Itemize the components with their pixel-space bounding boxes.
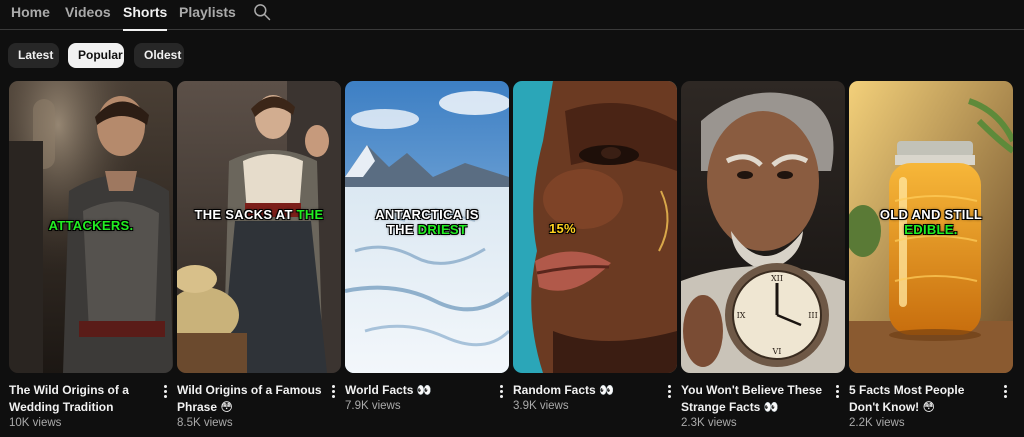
short-views: 2.2K views <box>849 417 905 429</box>
short-views: 10K views <box>9 417 62 429</box>
tab-shorts[interactable]: Shorts <box>123 4 168 31</box>
svg-text:IX: IX <box>737 311 746 320</box>
svg-text:VI: VI <box>772 347 782 356</box>
short-card: XII III VI IX You Won't Believe These St… <box>681 81 845 429</box>
search-icon[interactable] <box>252 2 272 22</box>
short-views: 8.5K views <box>177 417 233 429</box>
short-card: OLD AND STILL EDIBLE. 5 Facts Most Peopl… <box>849 81 1013 429</box>
short-views: 7.9K views <box>345 400 401 412</box>
more-vertical-icon[interactable] <box>1001 385 1009 399</box>
more-vertical-icon[interactable] <box>665 385 673 399</box>
face-closeup-thumbnail-image <box>513 81 677 373</box>
filter-popular-chip[interactable]: Popular <box>68 43 124 68</box>
short-views: 3.9K views <box>513 400 569 412</box>
short-thumbnail[interactable]: THE SACKS AT THE <box>177 81 341 373</box>
short-thumbnail[interactable]: 15% <box>513 81 677 373</box>
channel-tab-bar: Home Videos Shorts Playlists <box>0 0 1024 31</box>
more-vertical-icon[interactable] <box>329 385 337 399</box>
filter-oldest-chip[interactable]: Oldest <box>134 43 184 68</box>
short-title[interactable]: Random Facts 👀 <box>513 382 661 399</box>
short-card: ATTACKERS. The Wild Origins of a Wedding… <box>9 81 173 429</box>
thumbnail-caption: THE SACKS AT THE <box>194 207 324 222</box>
old-man-clock-thumbnail-image: XII III VI IX <box>681 81 845 373</box>
short-card: ANTARCTICA IS THE DRIEST World Facts 👀 7… <box>345 81 509 412</box>
short-card: THE SACKS AT THE Wild Origins of a Famou… <box>177 81 341 429</box>
short-title[interactable]: You Won't Believe These Strange Facts 👀 <box>681 382 829 416</box>
tab-home[interactable]: Home <box>11 4 50 20</box>
short-views: 2.3K views <box>681 417 737 429</box>
more-vertical-icon[interactable] <box>161 385 169 399</box>
thumbnail-caption: 15% <box>549 221 576 236</box>
short-card: 15% Random Facts 👀 3.9K views <box>513 81 677 412</box>
short-thumbnail[interactable]: OLD AND STILL EDIBLE. <box>849 81 1013 373</box>
thumbnail-caption: ATTACKERS. <box>48 218 134 233</box>
svg-text:III: III <box>808 311 817 320</box>
short-title[interactable]: 5 Facts Most People Don't Know! 😳 <box>849 382 997 416</box>
more-vertical-icon[interactable] <box>497 385 505 399</box>
short-thumbnail[interactable]: ATTACKERS. <box>9 81 173 373</box>
short-title[interactable]: Wild Origins of a Famous Phrase 😳 <box>177 382 325 416</box>
short-title[interactable]: The Wild Origins of a Wedding Tradition <box>9 382 157 416</box>
short-thumbnail[interactable]: ANTARCTICA IS THE DRIEST <box>345 81 509 373</box>
filter-latest-chip[interactable]: Latest <box>8 43 59 68</box>
short-title[interactable]: World Facts 👀 <box>345 382 493 399</box>
thumbnail-caption: ANTARCTICA IS THE DRIEST <box>375 207 479 237</box>
tab-videos[interactable]: Videos <box>65 4 111 20</box>
more-vertical-icon[interactable] <box>833 385 841 399</box>
short-thumbnail[interactable]: XII III VI IX <box>681 81 845 373</box>
market-thumbnail-image <box>177 81 341 373</box>
tab-playlists[interactable]: Playlists <box>179 4 236 20</box>
thumbnail-caption: OLD AND STILL EDIBLE. <box>879 207 983 237</box>
svg-text:XII: XII <box>771 274 783 283</box>
